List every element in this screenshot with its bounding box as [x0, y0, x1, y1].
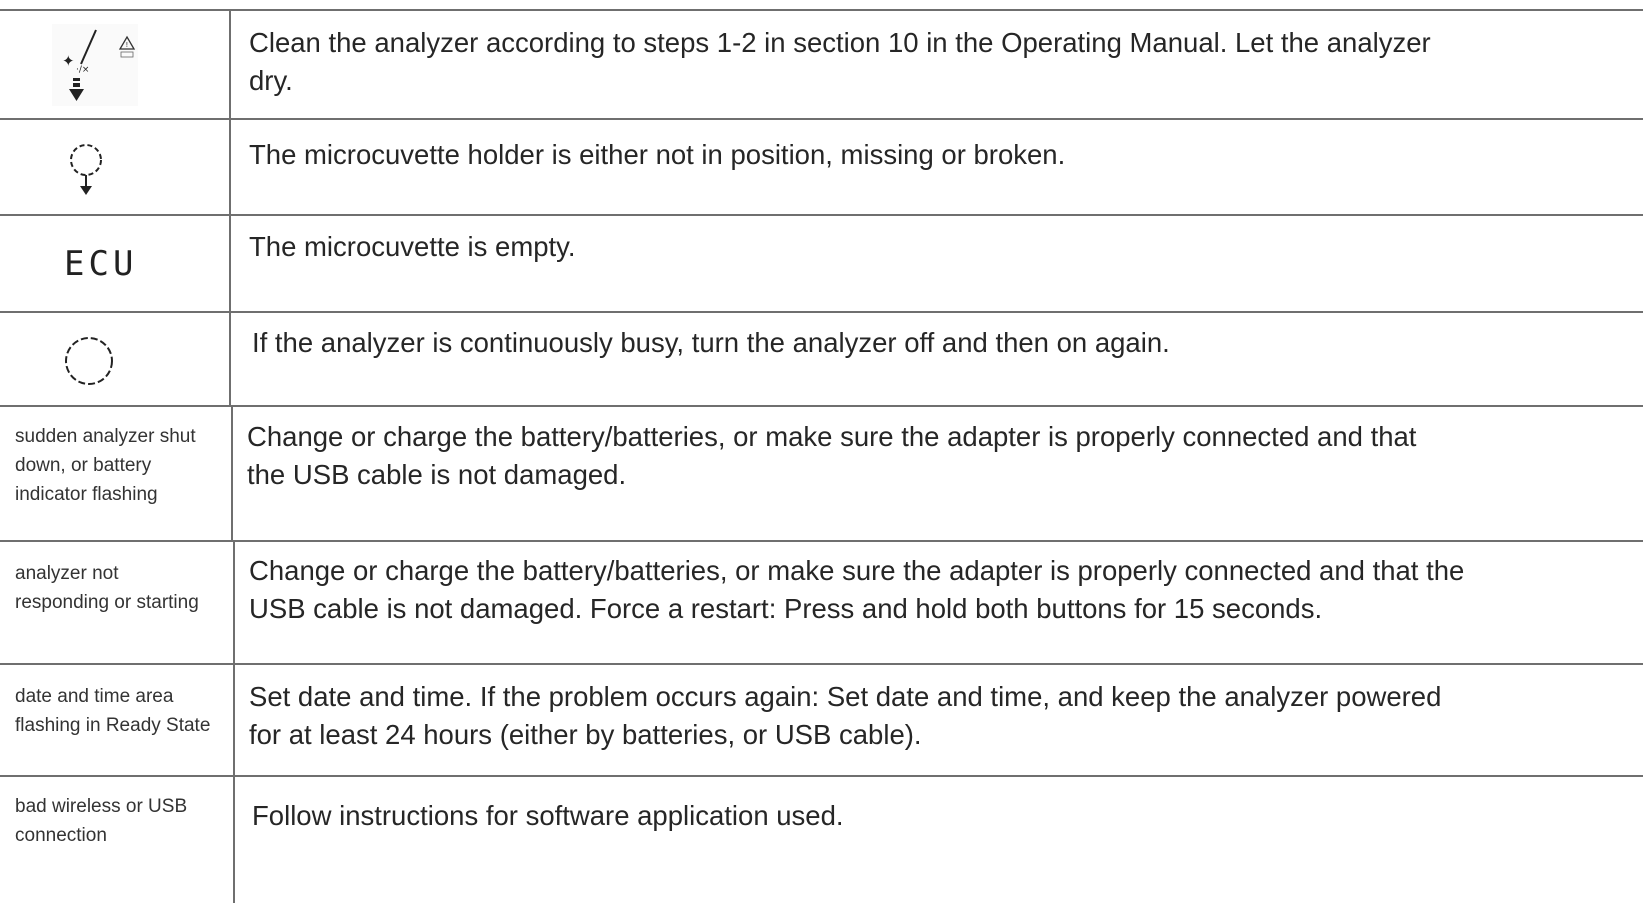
column-divider	[229, 9, 231, 405]
symptom-label-row-5: sudden analyzer shut down, or battery in…	[15, 426, 196, 505]
row-divider	[0, 311, 1643, 313]
symptom-label-row-8: bad wireless or USB connection	[15, 796, 188, 846]
description-row-5: Change or charge the battery/batteries, …	[247, 421, 1417, 490]
column-divider	[233, 540, 235, 903]
clean-analyzer-icon: ✦ ·/× !	[52, 24, 138, 106]
description-row-4: If the analyzer is continuously busy, tu…	[252, 327, 1170, 358]
row-divider	[0, 9, 1643, 11]
row-divider	[0, 775, 1643, 777]
description-row-1: Clean the analyzer according to steps 1-…	[249, 27, 1431, 96]
symptom-label-row-6: analyzer not responding or starting	[15, 563, 199, 613]
troubleshooting-table: ✦ ·/× ! Clean the analyzer according to …	[0, 0, 1643, 903]
column-divider	[231, 405, 233, 540]
row-divider	[0, 663, 1643, 665]
row-divider	[0, 214, 1643, 216]
microcuvette-holder-icon	[64, 136, 110, 198]
description-row-2: The microcuvette holder is either not in…	[249, 139, 1066, 170]
row-divider	[0, 405, 1643, 407]
description-row-7: Set date and time. If the problem occurs…	[249, 681, 1442, 750]
svg-text:✦: ✦	[62, 52, 75, 70]
description-row-8: Follow instructions for software applica…	[252, 800, 844, 831]
row-divider	[0, 118, 1643, 120]
svg-text:·/×: ·/×	[76, 65, 89, 75]
lcd-ecu-code: ECU	[64, 244, 138, 284]
row-divider	[0, 540, 1643, 542]
description-row-6: Change or charge the battery/batteries, …	[249, 555, 1465, 624]
busy-circle-icon	[62, 334, 116, 388]
description-row-3: The microcuvette is empty.	[249, 231, 576, 262]
symptom-label-row-7: date and time area flashing in Ready Sta…	[15, 686, 211, 736]
svg-text:!: !	[126, 41, 129, 49]
